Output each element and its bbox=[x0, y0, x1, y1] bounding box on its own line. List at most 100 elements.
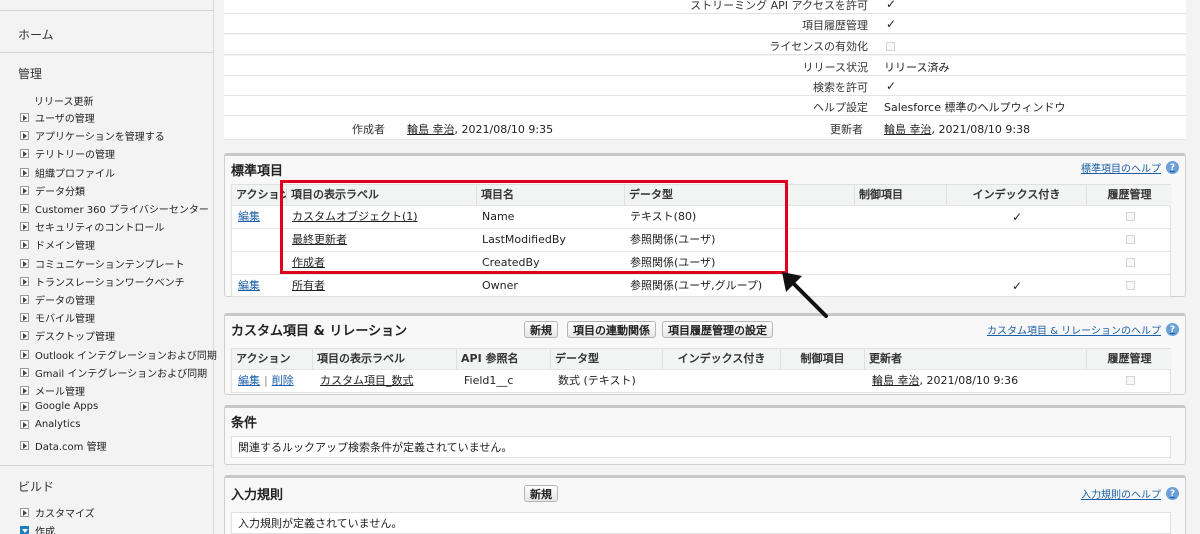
expand-icon[interactable] bbox=[20, 313, 29, 323]
expand-icon[interactable] bbox=[20, 113, 29, 122]
expand-icon[interactable] bbox=[20, 295, 29, 304]
detail-label: ライセンスの有効化 bbox=[769, 40, 868, 53]
sidebar-item-customize[interactable]: カスタマイズ bbox=[20, 505, 95, 520]
column-header: インデックス付き bbox=[946, 185, 1086, 205]
detail-row-audit: 作成者 輪島 幸治, 2021/08/10 9:35 更新者 輪島 幸治, 20… bbox=[224, 116, 1186, 140]
history-checkbox-disabled bbox=[1126, 281, 1135, 291]
field-history-settings-button[interactable]: 項目履歴管理の設定 bbox=[662, 321, 773, 338]
sidebar-item-label: データの管理 bbox=[35, 296, 95, 307]
collapse-icon[interactable] bbox=[20, 526, 29, 534]
sidebar-item-label: 組織プロファイル bbox=[35, 168, 115, 180]
expand-icon[interactable] bbox=[20, 222, 29, 232]
detail-row-search: 検索を許可 ✓ bbox=[224, 76, 1186, 96]
history-checkbox-disabled bbox=[1126, 212, 1135, 222]
expand-icon[interactable] bbox=[20, 131, 29, 141]
expand-icon[interactable] bbox=[20, 149, 29, 159]
column-header: 更新者 bbox=[864, 349, 1086, 369]
sidebar-item-label: テリトリーの管理 bbox=[35, 150, 115, 162]
expand-icon[interactable] bbox=[20, 508, 29, 517]
edit-link[interactable]: 編集 bbox=[238, 279, 260, 292]
sidebar-item[interactable]: データ分類 bbox=[20, 183, 85, 198]
sidebar-item[interactable]: テリトリーの管理 bbox=[20, 146, 115, 161]
expand-icon[interactable] bbox=[20, 276, 29, 286]
sidebar-item[interactable]: Google Apps bbox=[20, 401, 98, 412]
sidebar-divider bbox=[0, 10, 214, 11]
sidebar-item[interactable]: ドメイン管理 bbox=[20, 237, 95, 252]
sidebar-item[interactable]: アプリケーションを管理する bbox=[20, 128, 165, 143]
sidebar-item[interactable]: コミュニケーションテンプレート bbox=[20, 256, 185, 271]
sidebar-item[interactable]: 組織プロファイル bbox=[20, 165, 115, 180]
created-by-user-link[interactable]: 輪島 幸治 bbox=[407, 123, 455, 136]
sidebar-home[interactable]: ホーム bbox=[0, 26, 54, 43]
history-checkbox-disabled bbox=[1126, 376, 1135, 386]
expand-icon[interactable] bbox=[20, 258, 29, 268]
modified-by-user-link[interactable]: 輪島 幸治 bbox=[884, 123, 932, 136]
edit-link[interactable]: 編集 bbox=[238, 210, 260, 223]
sidebar-item[interactable]: デスクトップ管理 bbox=[20, 328, 115, 343]
help-link-label: 入力規則のヘルプ bbox=[1081, 490, 1161, 501]
detail-label: リリース状況 bbox=[802, 61, 868, 74]
sidebar-item[interactable]: Outlook インテグレーションおよび同期 bbox=[20, 347, 217, 362]
expand-icon[interactable] bbox=[20, 367, 29, 377]
expand-icon[interactable] bbox=[20, 402, 29, 412]
modified-by-user-link[interactable]: 輪島 幸治 bbox=[872, 374, 920, 387]
checkbox-disabled bbox=[886, 41, 895, 54]
sidebar-item-label: ユーザの管理 bbox=[35, 114, 95, 125]
standard-fields-help-link[interactable]: 標準項目のヘルプ? bbox=[1081, 160, 1179, 175]
created-date: , 2021/08/10 9:35 bbox=[454, 123, 554, 136]
field-dependencies-button[interactable]: 項目の連動関係 bbox=[567, 321, 656, 338]
sidebar-item[interactable]: ユーザの管理 bbox=[20, 110, 95, 125]
delete-link[interactable]: 削除 bbox=[272, 374, 294, 387]
expand-icon[interactable] bbox=[20, 420, 29, 430]
sidebar-item[interactable]: Gmail インテグレーションおよび同期 bbox=[20, 365, 207, 380]
new-validation-rule-button[interactable]: 新規 bbox=[524, 485, 558, 502]
help-link-label: 標準項目のヘルプ bbox=[1081, 164, 1161, 175]
highlight-box bbox=[280, 180, 788, 274]
expand-icon[interactable] bbox=[20, 331, 29, 341]
data-type: 数式 (テキスト) bbox=[558, 374, 636, 387]
sidebar-item-label: Gmail インテグレーションおよび同期 bbox=[35, 368, 208, 380]
sidebar-item-label: メール管理 bbox=[35, 387, 85, 398]
sidebar-divider bbox=[0, 52, 214, 53]
expand-icon[interactable] bbox=[20, 185, 29, 195]
field-label-link[interactable]: カスタム項目_数式 bbox=[316, 370, 414, 393]
sidebar-item-label: カスタマイズ bbox=[35, 509, 95, 520]
expand-icon[interactable] bbox=[20, 204, 29, 213]
sidebar-item[interactable]: メール管理 bbox=[20, 383, 85, 398]
expand-icon[interactable] bbox=[20, 240, 29, 250]
detail-row-license: ライセンスの有効化 bbox=[224, 35, 1186, 55]
history-checkbox-disabled bbox=[1126, 235, 1135, 245]
validation-help-link[interactable]: 入力規則のヘルプ? bbox=[1081, 486, 1179, 501]
sidebar-item[interactable]: Customer 360 プライバシーセンター bbox=[20, 201, 209, 216]
sidebar-item[interactable]: Analytics bbox=[20, 419, 80, 430]
api-name: Field1__c bbox=[464, 374, 514, 387]
sidebar-item-release-updates[interactable]: リリース更新 bbox=[34, 93, 94, 108]
expand-icon[interactable] bbox=[20, 349, 29, 359]
column-header: 制御項目 bbox=[780, 349, 864, 369]
table-row: 編集 | 削除 カスタム項目_数式 Field1__c 数式 (テキスト) 輪島 幸… bbox=[232, 369, 1170, 392]
panel-title: 入力規則 bbox=[231, 488, 284, 503]
expand-icon[interactable] bbox=[20, 167, 29, 177]
detail-label: 項目履歴管理 bbox=[802, 19, 868, 32]
expand-icon[interactable] bbox=[20, 440, 29, 450]
custom-fields-help-link[interactable]: カスタム項目 & リレーションのヘルプ? bbox=[987, 322, 1179, 337]
detail-row-history: 項目履歴管理 ✓ bbox=[224, 14, 1186, 34]
table-row: 編集 所有者 Owner 参照関係(ユーザ,グループ) ✓ bbox=[232, 274, 1170, 297]
sidebar-item[interactable]: データの管理 bbox=[20, 292, 95, 307]
sidebar-item[interactable]: トランスレーションワークベンチ bbox=[20, 274, 185, 289]
new-field-button[interactable]: 新規 bbox=[524, 321, 558, 338]
edit-link[interactable]: 編集 bbox=[238, 374, 260, 387]
field-label-link[interactable]: 所有者 bbox=[288, 275, 325, 298]
sidebar-item[interactable]: Data.com 管理 bbox=[20, 438, 107, 453]
column-header: データ型 bbox=[550, 349, 662, 369]
sidebar-item-label: Data.com 管理 bbox=[35, 441, 107, 453]
sidebar-item-label: Customer 360 プライバシーセンター bbox=[35, 205, 209, 216]
sidebar-item[interactable]: モバイル管理 bbox=[20, 310, 95, 325]
modified-date: , 2021/08/10 9:36 bbox=[919, 374, 1019, 387]
sidebar-item-label: Outlook インテグレーションおよび同期 bbox=[35, 350, 217, 362]
sidebar-item-create[interactable]: 作成 bbox=[20, 523, 55, 534]
sidebar-item-label: 作成 bbox=[35, 527, 55, 534]
column-header: API 参照名 bbox=[456, 349, 550, 369]
sidebar-item[interactable]: セキュリティのコントロール bbox=[20, 219, 164, 234]
expand-icon[interactable] bbox=[20, 386, 29, 395]
